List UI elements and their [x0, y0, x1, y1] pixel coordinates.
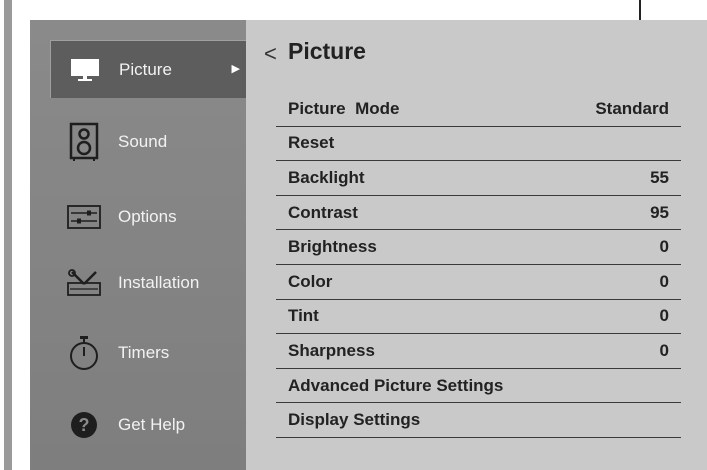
- page-left-border: [4, 0, 12, 470]
- sidebar-item-label: Get Help: [118, 415, 186, 434]
- menu-row-advanced-picture-settings[interactable]: Advanced Picture Settings: [276, 369, 681, 404]
- row-value: 95: [650, 202, 669, 222]
- row-label: Color: [288, 271, 333, 291]
- tools-icon: [62, 263, 106, 303]
- menu-row-display-settings[interactable]: Display Settings: [276, 403, 681, 438]
- sidebar-item-installation[interactable]: Installation: [50, 254, 246, 312]
- sidebar-item-label: Options: [118, 207, 177, 226]
- row-label: Contrast: [288, 202, 358, 222]
- menu-row-reset[interactable]: Reset: [276, 127, 681, 162]
- submenu-arrow-icon: ▶: [231, 63, 240, 75]
- menu-row-color[interactable]: Color 0: [276, 265, 681, 300]
- sidebar-item-label: Timers: [118, 343, 170, 362]
- help-icon: ?: [62, 405, 106, 445]
- sidebar-item-label: Sound: [118, 132, 168, 151]
- row-label: Tint: [288, 306, 319, 326]
- row-label: Sharpness: [288, 340, 375, 360]
- menu-row-contrast[interactable]: Contrast 95: [276, 196, 681, 231]
- row-value: Standard: [595, 98, 669, 118]
- sidebar-item-picture[interactable]: Picture ▶: [50, 40, 246, 98]
- row-value: 0: [659, 306, 669, 326]
- sidebar-item-options[interactable]: Options: [50, 188, 246, 246]
- sidebar-item-timers[interactable]: Timers: [50, 324, 246, 382]
- sidebar-item-label: Picture: [119, 59, 172, 79]
- row-label: Reset: [288, 133, 335, 153]
- settings-list: Picture Mode Standard Reset Backlight 55…: [276, 92, 681, 438]
- sidebar-item-label: Installation: [118, 273, 200, 292]
- back-button[interactable]: <: [264, 41, 277, 67]
- row-label: Backlight: [288, 167, 365, 187]
- menu-row-backlight[interactable]: Backlight 55: [276, 161, 681, 196]
- row-value: 0: [659, 237, 669, 257]
- sliders-icon: [62, 197, 106, 237]
- row-label: Advanced Picture Settings: [288, 375, 504, 395]
- sidebar-item-sound[interactable]: Sound: [50, 113, 246, 171]
- stopwatch-icon: [62, 333, 106, 373]
- menu-row-brightness[interactable]: Brightness 0: [276, 230, 681, 265]
- row-value: 0: [659, 271, 669, 291]
- sidebar-item-get-help[interactable]: ? Get Help: [50, 396, 246, 454]
- page-title: Picture: [288, 38, 366, 64]
- menu-row-tint[interactable]: Tint 0: [276, 300, 681, 335]
- menu-row-sharpness[interactable]: Sharpness 0: [276, 334, 681, 369]
- tv-menu-screen: Picture ▶ Sound Options Installation Tim…: [30, 20, 707, 470]
- main-content: < Picture Picture Mode Standard Reset Ba…: [246, 20, 707, 470]
- row-label: Brightness: [288, 237, 377, 257]
- speaker-icon: [62, 122, 106, 162]
- svg-text:?: ?: [79, 415, 90, 435]
- tv-icon: [63, 50, 107, 90]
- page-top-tick: [639, 0, 641, 20]
- row-label: Display Settings: [288, 410, 421, 430]
- row-value: 55: [650, 167, 669, 187]
- row-label: Picture Mode: [288, 98, 400, 118]
- sidebar: Picture ▶ Sound Options Installation Tim…: [30, 20, 246, 470]
- row-value: 0: [659, 340, 669, 360]
- menu-row-picture-mode[interactable]: Picture Mode Standard: [276, 92, 681, 127]
